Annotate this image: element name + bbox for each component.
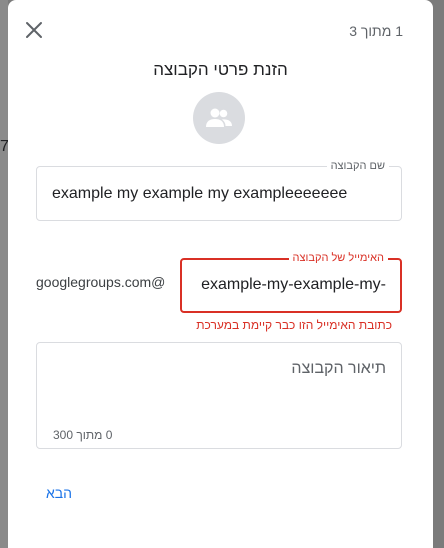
group-email-label: האימייל של הקבוצה [288, 251, 388, 265]
group-name-label: שם הקבוצה [326, 159, 389, 173]
group-description-field[interactable]: תיאור הקבוצה 0 מתוך 300 [36, 342, 402, 449]
group-name-input[interactable]: example my example my exampleeeeeee [52, 185, 347, 203]
group-email-input[interactable]: example-my-example-my- [196, 276, 386, 294]
background-page [0, 0, 8, 548]
create-group-dialog: 1 מתוך 3 הזנת פרטי הקבוצה שם הקבוצה exam… [8, 0, 433, 548]
close-icon[interactable] [23, 19, 45, 41]
email-domain-suffix: googlegroups.com@ [36, 274, 166, 290]
group-icon [206, 108, 232, 127]
description-char-counter: 0 מתוך 300 [53, 428, 113, 442]
email-error-message: כתובת האימייל הזו כבר קיימת במערכת [196, 318, 392, 332]
group-email-field[interactable]: האימייל של הקבוצה example-my-example-my- [180, 251, 402, 313]
group-description-input[interactable]: תיאור הקבוצה [291, 360, 386, 378]
group-name-field[interactable]: שם הקבוצה example my example my examplee… [36, 159, 402, 221]
step-indicator: 1 מתוך 3 [349, 23, 403, 39]
dialog-title: הזנת פרטי הקבוצה [153, 60, 288, 79]
next-button[interactable]: הבא [46, 485, 72, 501]
group-avatar [193, 92, 245, 144]
